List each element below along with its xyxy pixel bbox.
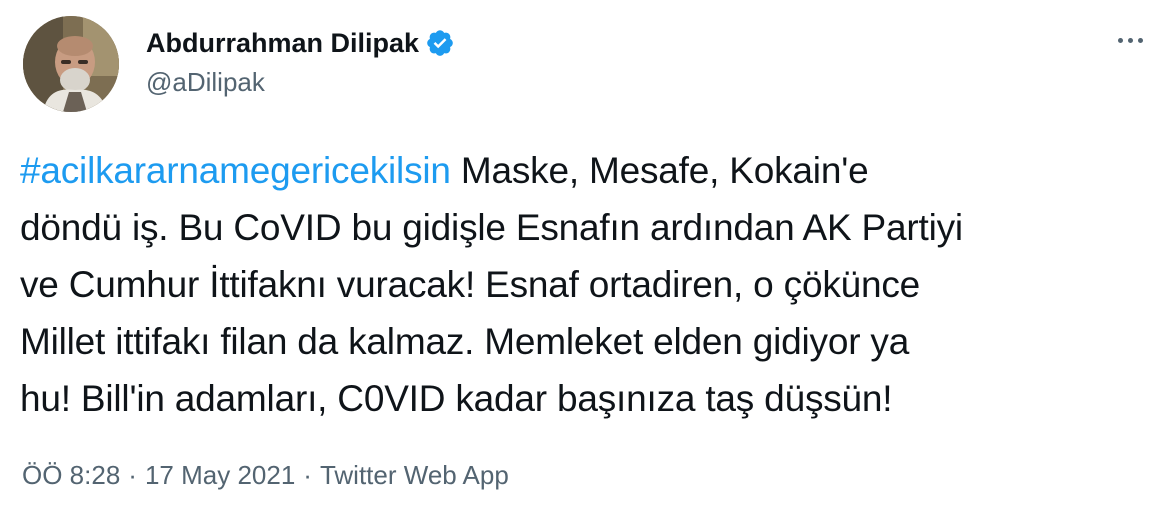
tweet-text-line: #acilkararnamegericekilsin Maske, Mesafe…	[20, 142, 1140, 199]
more-options-icon	[1115, 37, 1145, 43]
tweet-text-line: ve Cumhur İttifaknı vuracak! Esnaf ortad…	[20, 264, 921, 305]
tweet-meta: ÖÖ 8:28 · 17 May 2021 · Twitter Web App	[22, 458, 509, 492]
tweet-text-segment: Maske, Mesafe, Kokain'e	[450, 150, 869, 191]
avatar-image	[23, 16, 119, 112]
tweet-text-line: döndü iş. Bu CoVID bu gidişle Esnafın ar…	[20, 207, 963, 248]
author-name-row[interactable]: Abdurrahman Dilipak	[146, 26, 455, 60]
tweet-card: Abdurrahman Dilipak @aDilipak #acilkarar…	[0, 0, 1174, 516]
tweet-text-line: hu! Bill'in adamları, C0VID kadar başını…	[20, 378, 893, 419]
tweet-date[interactable]: 17 May 2021	[145, 458, 295, 492]
meta-separator: ·	[303, 460, 312, 490]
author-display-name[interactable]: Abdurrahman Dilipak	[146, 26, 419, 60]
tweet-time[interactable]: ÖÖ 8:28	[22, 458, 120, 492]
author-handle[interactable]: @aDilipak	[146, 66, 265, 98]
hashtag-link[interactable]: #acilkararnamegericekilsin	[20, 150, 451, 191]
tweet-source[interactable]: Twitter Web App	[320, 458, 509, 492]
more-options-button[interactable]	[1108, 22, 1152, 58]
avatar[interactable]	[23, 16, 119, 112]
verified-badge-icon	[425, 28, 455, 58]
tweet-text-line: Millet ittifakı filan da kalmaz. Memleke…	[20, 321, 910, 362]
tweet-text: #acilkararnamegericekilsin Maske, Mesafe…	[20, 142, 1140, 427]
meta-separator: ·	[128, 460, 137, 490]
